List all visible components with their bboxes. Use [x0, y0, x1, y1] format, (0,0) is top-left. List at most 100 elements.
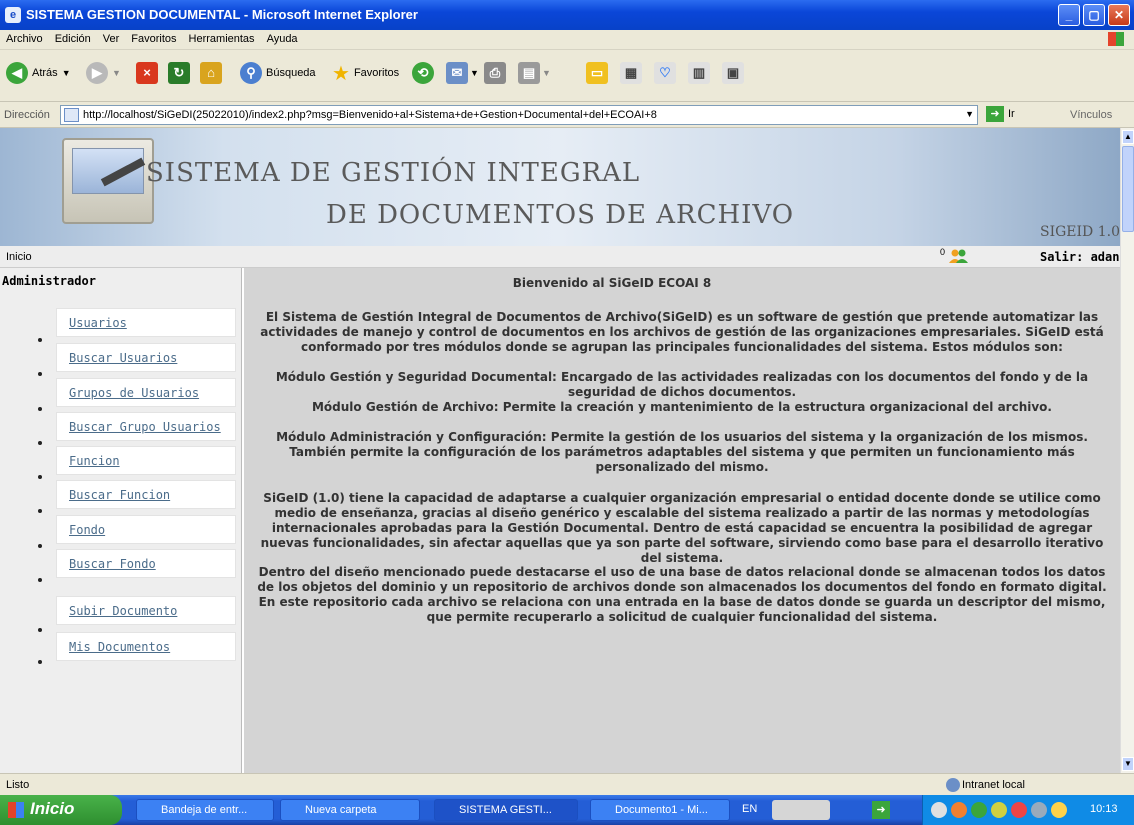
language-indicator[interactable]: EN [742, 803, 757, 815]
task-label: Bandeja de entr... [161, 804, 248, 816]
sidebar-item-buscar-usuarios[interactable]: Buscar Usuarios [56, 343, 236, 372]
forward-dropdown-icon[interactable]: ▼ [112, 68, 121, 78]
menu-ayuda[interactable]: Ayuda [261, 30, 304, 45]
tray-icon[interactable] [991, 802, 1007, 818]
menu-ver[interactable]: Ver [97, 30, 126, 45]
sidebar-item-buscar-funcion[interactable]: Buscar Funcion [56, 480, 236, 509]
tray-icon[interactable] [1051, 802, 1067, 818]
minimize-button[interactable]: _ [1058, 4, 1080, 26]
sidebar-title: Administrador [2, 274, 96, 288]
vertical-scrollbar[interactable]: ▲ ▼ [1120, 128, 1134, 773]
favorites-button[interactable]: ★ Favoritos [332, 58, 399, 88]
forward-button[interactable]: ▶ ▼ [86, 58, 121, 88]
search-label: Búsqueda [266, 67, 316, 79]
home-link[interactable]: Inicio [6, 251, 32, 263]
edit-icon: ▤ [518, 62, 540, 84]
logout-link[interactable]: Salir: adan [1040, 250, 1119, 264]
messenger-button[interactable]: ♡ [654, 58, 676, 88]
users-online-icon[interactable] [948, 248, 970, 264]
address-dropdown-icon[interactable]: ▼ [965, 109, 974, 119]
sidebar-item-fondo[interactable]: Fondo [56, 515, 236, 544]
menu-archivo[interactable]: Archivo [0, 30, 49, 45]
tray-icon[interactable] [931, 802, 947, 818]
menu-herramientas[interactable]: Herramientas [183, 30, 261, 45]
bullet [38, 407, 42, 411]
tool1-button[interactable]: ▦ [620, 58, 642, 88]
address-url: http://localhost/SiGeDI(25022010)/index2… [83, 109, 657, 121]
edit-dropdown-icon[interactable]: ▼ [542, 68, 551, 78]
header-banner: SISTEMA DE GESTIÓN INTEGRAL DE DOCUMENTO… [0, 128, 1120, 246]
task-ie[interactable]: SISTEMA GESTI... [434, 799, 578, 821]
search-button[interactable]: ⚲ Búsqueda [240, 58, 316, 88]
status-bar: Listo Intranet local [0, 773, 1134, 795]
task-word[interactable]: Documento1 - Mi... [590, 799, 730, 821]
start-button[interactable]: Inicio [0, 795, 122, 825]
sidebar-item-buscar-fondo[interactable]: Buscar Fondo [56, 549, 236, 578]
tool2-icon: ▣ [722, 62, 744, 84]
back-dropdown-icon[interactable]: ▼ [62, 68, 71, 78]
research-button[interactable]: ▥ [688, 58, 710, 88]
banner-version: SIGEID 1.0 [1040, 224, 1120, 240]
task-folder[interactable]: Nueva carpeta [280, 799, 420, 821]
scroll-thumb[interactable] [1122, 146, 1134, 232]
print-button[interactable]: ⎙ [484, 58, 506, 88]
tray-icon[interactable] [1011, 802, 1027, 818]
windows-logo-icon [8, 802, 24, 818]
tray-icon[interactable] [951, 802, 967, 818]
welcome-heading: Bienvenido al SiGeID ECOAI 8 [244, 276, 1120, 290]
welcome-text: Bienvenido al SiGeID ECOAI 8 [512, 276, 712, 290]
intro-paragraph: El Sistema de Gestión Integral de Docume… [260, 310, 1104, 354]
sidebar-item-funcion[interactable]: Funcion [56, 446, 236, 475]
scroll-up-icon[interactable]: ▲ [1122, 130, 1134, 144]
sidebar-item-buscar-grupo-usuarios[interactable]: Buscar Grupo Usuarios [56, 412, 236, 441]
task-outlook[interactable]: Bandeja de entr... [136, 799, 274, 821]
sidebar-item-usuarios[interactable]: Usuarios [56, 308, 236, 337]
go-button[interactable]: ➜ Ir [986, 106, 1015, 122]
home-button[interactable]: ⌂ [200, 58, 222, 88]
sidebar-item-grupos-usuarios[interactable]: Grupos de Usuarios [56, 378, 236, 407]
edit-button[interactable]: ▤ ▼ [518, 58, 551, 88]
banner-title-line1: SISTEMA DE GESTIÓN INTEGRAL [146, 158, 641, 188]
mail-icon: ✉ [446, 62, 468, 84]
tray-icon[interactable] [1031, 802, 1047, 818]
tray-icon[interactable] [971, 802, 987, 818]
page-viewport: SISTEMA DE GESTIÓN INTEGRAL DE DOCUMENTO… [0, 128, 1120, 773]
security-zone: Intranet local [962, 779, 1025, 791]
scroll-down-icon[interactable]: ▼ [1122, 757, 1134, 771]
stop-button[interactable]: × [136, 58, 158, 88]
bullet [38, 475, 42, 479]
favorites-star-icon: ★ [332, 62, 350, 85]
address-input[interactable]: http://localhost/SiGeDI(25022010)/index2… [60, 105, 978, 125]
intranet-icon [946, 778, 960, 792]
task-label: Documento1 - Mi... [615, 804, 708, 816]
refresh-button[interactable]: ↻ [168, 58, 190, 88]
nero-icon[interactable] [772, 800, 830, 820]
tool2-button[interactable]: ▣ [722, 58, 744, 88]
mail-button[interactable]: ✉ ▼ [446, 58, 479, 88]
quicklaunch-arrow-icon[interactable]: ➜ [872, 801, 890, 819]
bullet [38, 660, 42, 664]
print-icon: ⎙ [484, 62, 506, 84]
maximize-button[interactable]: ▢ [1083, 4, 1105, 26]
menu-edicion[interactable]: Edición [49, 30, 97, 45]
back-button[interactable]: ◀ Atrás ▼ [6, 58, 71, 88]
folder-button[interactable]: ▭ [586, 58, 608, 88]
links-label[interactable]: Vínculos [1070, 109, 1112, 121]
history-button[interactable]: ⟲ [412, 58, 434, 88]
module-2-text: Módulo Gestión de Archivo: Permite la cr… [311, 400, 1052, 414]
stop-icon: × [136, 62, 158, 84]
back-arrow-icon: ◀ [6, 62, 28, 84]
close-button[interactable]: ✕ [1108, 4, 1130, 26]
history-icon: ⟲ [412, 62, 434, 84]
home-icon: ⌂ [200, 62, 222, 84]
module-3-text: Módulo Administración y Configuración: P… [276, 430, 1088, 474]
module-1-text: Módulo Gestión y Seguridad Documental: E… [275, 370, 1089, 399]
windows-flag-icon [1108, 32, 1124, 46]
sidebar-item-mis-documentos[interactable]: Mis Documentos [56, 632, 236, 661]
menu-favoritos[interactable]: Favoritos [125, 30, 182, 45]
title-bar[interactable]: e SISTEMA GESTION DOCUMENTAL - Microsoft… [0, 0, 1134, 30]
design-paragraph: Dentro del diseño mencionado puede desta… [257, 565, 1107, 624]
sidebar-item-subir-documento[interactable]: Subir Documento [56, 596, 236, 625]
address-label: Dirección [4, 109, 50, 121]
mail-dropdown-icon[interactable]: ▼ [470, 68, 479, 78]
